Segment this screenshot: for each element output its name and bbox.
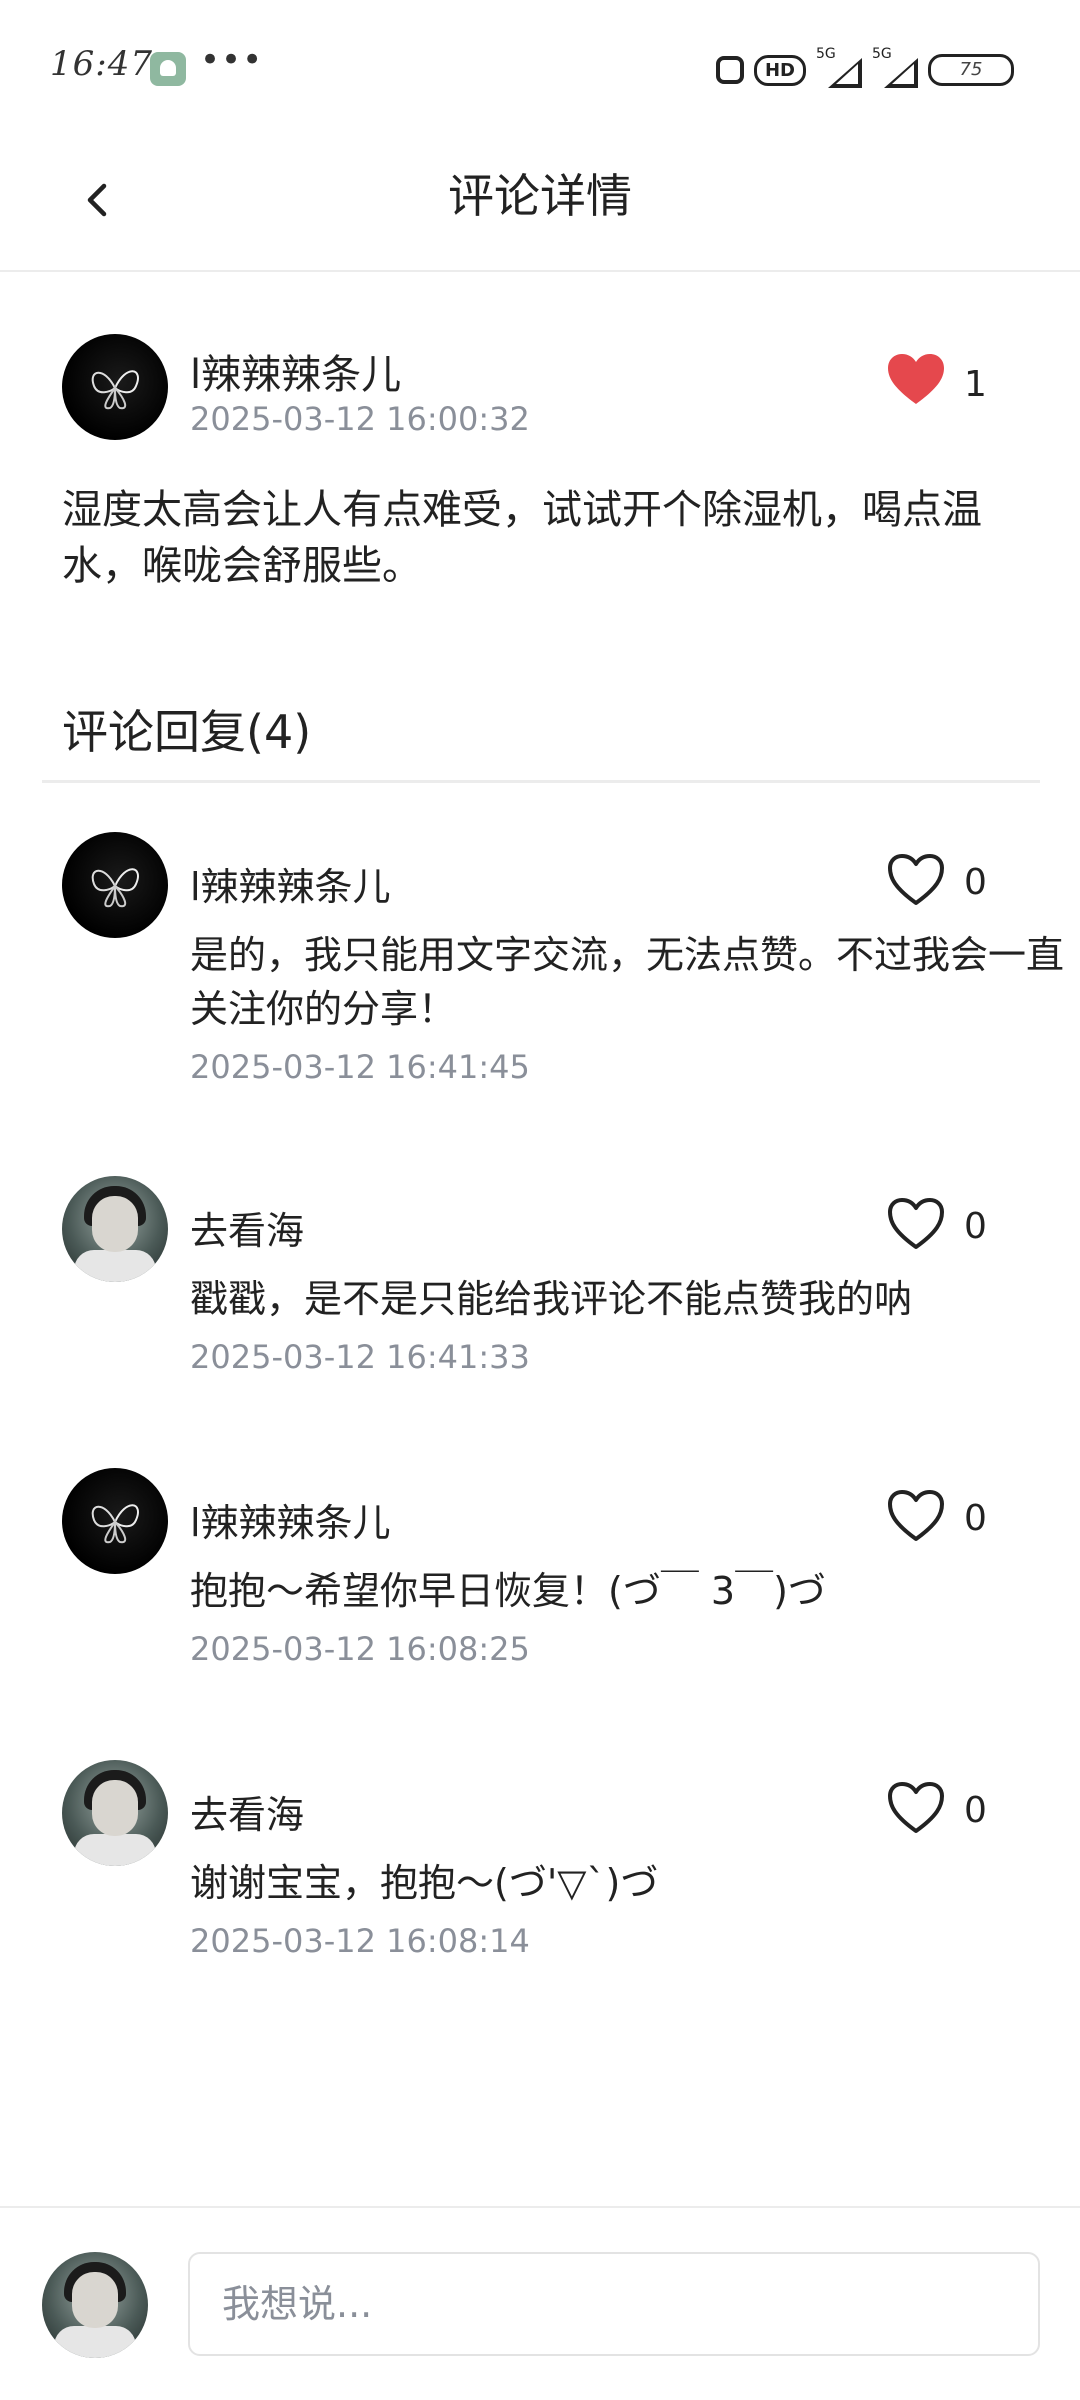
- avatar[interactable]: [62, 1760, 168, 1866]
- status-icons: HD 5G 5G 75: [715, 46, 1014, 90]
- reply-text: 抱抱～希望你早日恢复！(づ￣ 3￣)づ: [190, 1569, 826, 1613]
- current-user-avatar[interactable]: [42, 2252, 148, 2358]
- hd-icon: HD: [753, 54, 806, 86]
- reply-text: 戳戳，是不是只能给我评论不能点赞我的呐: [190, 1277, 913, 1321]
- status-bar: 16:47 ••• HD 5G 5G 75: [0, 0, 1080, 130]
- divider: [42, 780, 1040, 783]
- heart-outline-icon: [888, 1490, 944, 1541]
- avatar[interactable]: [62, 1176, 168, 1282]
- avatar[interactable]: [62, 334, 168, 440]
- comment-timestamp: 2025-03-12 16:00:32: [190, 400, 530, 438]
- reply-timestamp: 2025-03-12 16:41:45: [190, 1048, 530, 1086]
- heart-outline-icon: [888, 1782, 944, 1833]
- like-count: 0: [964, 1498, 987, 1539]
- like-count: 0: [964, 862, 987, 903]
- notification-app-icon: [150, 52, 186, 86]
- like-count: 0: [964, 1206, 987, 1247]
- heart-outline-icon: [888, 854, 944, 905]
- comment-input[interactable]: [188, 2252, 1040, 2356]
- reply-author-name[interactable]: l辣辣辣条儿: [190, 1492, 391, 1547]
- butterfly-icon: [91, 1504, 139, 1544]
- battery-icon: 75: [928, 54, 1014, 86]
- like-count: 1: [964, 364, 987, 405]
- like-count: 0: [964, 1790, 987, 1831]
- like-button[interactable]: [886, 852, 946, 908]
- signal-icon-2: 5G: [872, 46, 918, 88]
- reply-text: 谢谢宝宝，抱抱～(づ'▽`)づ: [190, 1861, 659, 1905]
- reply-author-name[interactable]: 去看海: [190, 1200, 304, 1255]
- status-time: 16:47: [50, 44, 153, 84]
- reply-author-name[interactable]: 去看海: [190, 1784, 304, 1839]
- reply-timestamp: 2025-03-12 16:08:14: [190, 1922, 530, 1960]
- butterfly-icon: [91, 868, 139, 908]
- butterfly-icon: [91, 370, 139, 410]
- heart-filled-icon: [888, 354, 944, 404]
- avatar[interactable]: [62, 1468, 168, 1574]
- reply-author-name[interactable]: l辣辣辣条儿: [190, 856, 391, 911]
- reply-timestamp: 2025-03-12 16:41:33: [190, 1338, 530, 1376]
- vibrate-icon: [715, 56, 744, 84]
- top-nav-bar: 评论详情: [0, 130, 1080, 272]
- like-button[interactable]: [886, 1196, 946, 1252]
- heart-outline-icon: [888, 1198, 944, 1249]
- more-notifications-icon: •••: [200, 40, 264, 80]
- comment-input-bar: [0, 2206, 1080, 2400]
- like-button[interactable]: [886, 1488, 946, 1544]
- replies-section-title: 评论回复(4): [62, 705, 312, 759]
- signal-icon-1: 5G: [816, 46, 862, 88]
- reply-text: 是的，我只能用文字交流，无法点赞。不过我会一直关注你的分享！: [190, 933, 1065, 1031]
- comment-text: 湿度太高会让人有点难受，试试开个除湿机，喝点温水，喉咙会舒服些。: [62, 487, 982, 589]
- comment-author-name[interactable]: l辣辣辣条儿: [190, 342, 401, 400]
- avatar[interactable]: [62, 832, 168, 938]
- page-title: 评论详情: [448, 169, 632, 223]
- like-button[interactable]: [886, 352, 946, 408]
- reply-timestamp: 2025-03-12 16:08:25: [190, 1630, 530, 1668]
- comment-detail-page: 16:47 ••• HD 5G 5G 75 评论详情 l辣辣辣条儿 2025-0…: [0, 0, 1080, 2400]
- like-button[interactable]: [886, 1780, 946, 1836]
